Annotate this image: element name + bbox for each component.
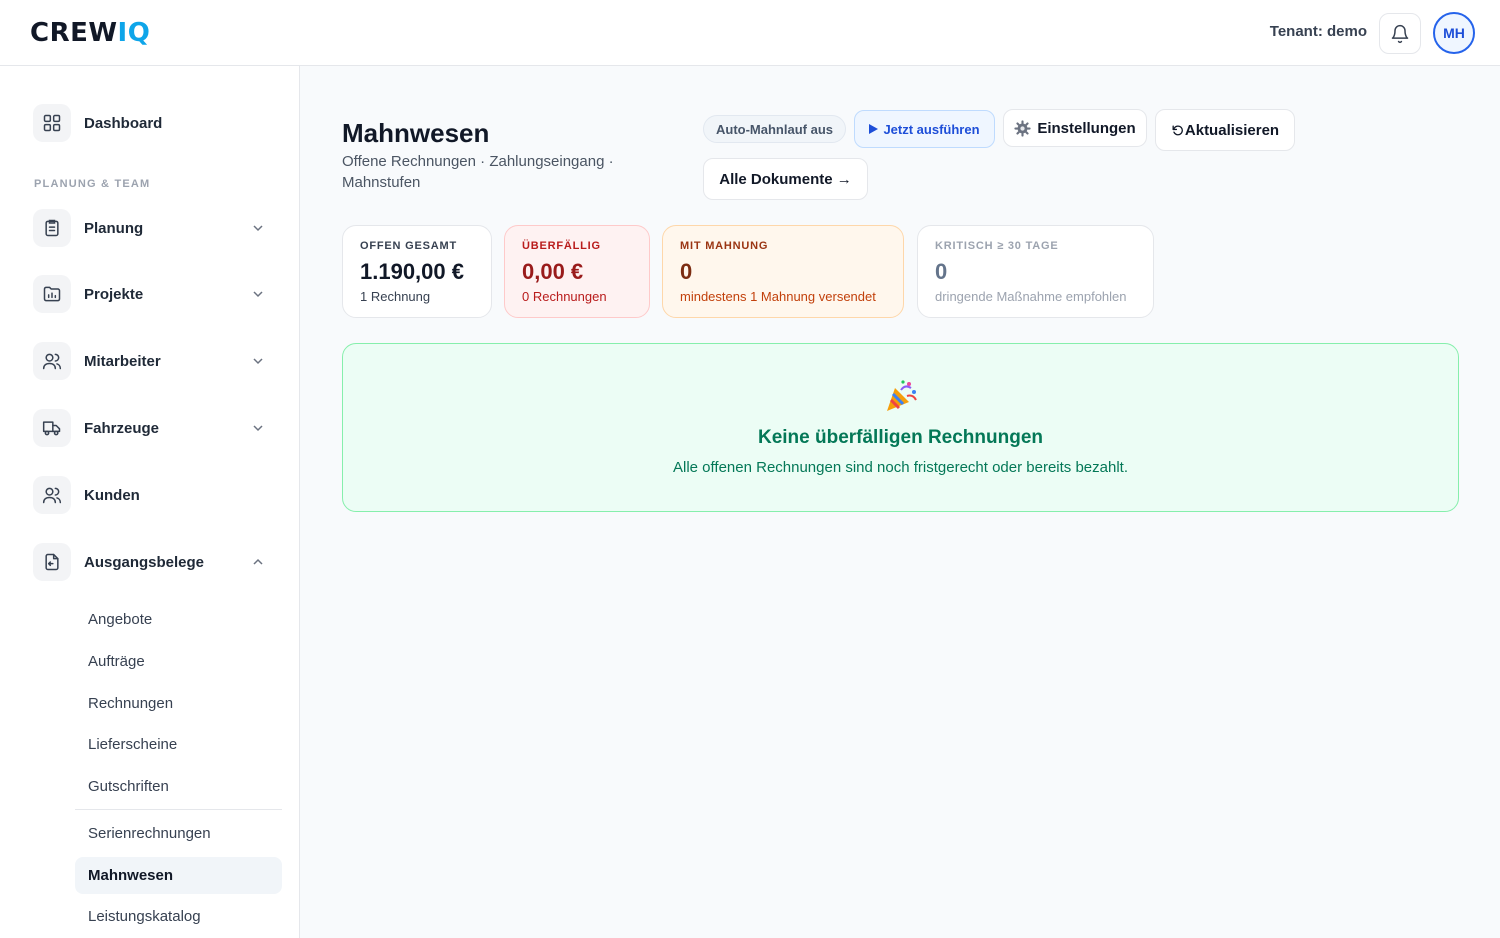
- chevron-down-icon: [251, 354, 265, 368]
- party-popper-icon: [887, 380, 917, 411]
- sidebar-subitem-serienrechnungen[interactable]: Serienrechnungen: [75, 815, 282, 852]
- auto-dunning-status-badge: Auto-Mahnlauf aus: [703, 115, 846, 143]
- kpi-value: 0: [935, 259, 948, 284]
- sidebar-subitem-lieferscheine[interactable]: Lieferscheine: [75, 726, 282, 763]
- kpi-label: KRITISCH ≥ 30 TAGE: [935, 240, 1059, 252]
- notifications-button[interactable]: [1379, 13, 1421, 54]
- sidebar-item-planung[interactable]: Planung: [33, 208, 273, 248]
- settings-button[interactable]: Einstellungen: [1003, 109, 1147, 147]
- kpi-value: 0: [680, 259, 693, 284]
- refresh-label: Aktualisieren: [1184, 121, 1280, 139]
- kpi-label: MIT MAHNUNG: [680, 240, 769, 252]
- sidebar-subitem-angebote[interactable]: Angebote: [75, 601, 282, 638]
- gear-icon: [1014, 119, 1031, 137]
- empty-state-text: Alle offenen Rechnungen sind noch fristg…: [672, 459, 1129, 476]
- logo-accent: IQ: [117, 18, 151, 48]
- sidebar-item-dashboard[interactable]: Dashboard: [33, 103, 273, 143]
- empty-state-card: Keine überfälligen Rechnungen Alle offen…: [342, 343, 1459, 512]
- chevron-down-icon: [251, 221, 265, 235]
- kpi-label: OFFEN GESAMT: [360, 240, 457, 252]
- kpi-label: ÜBERFÄLLIG: [522, 240, 601, 252]
- empty-state-title: Keine überfälligen Rechnungen: [757, 427, 1044, 448]
- run-now-label: Jetzt ausführen: [883, 121, 980, 137]
- section-label: PLANUNG & TEAM: [34, 178, 151, 190]
- chevron-down-icon: [251, 287, 265, 301]
- kpi-value: 0,00 €: [522, 259, 584, 284]
- page-title: Mahnwesen: [342, 118, 490, 148]
- kpi-note: dringende Maßnahme empfohlen: [935, 289, 1127, 304]
- sidebar-subitem-mahnwesen[interactable]: Mahnwesen: [75, 857, 282, 894]
- app-logo[interactable]: CREW IQ: [30, 18, 150, 48]
- kpi-overdue: ÜBERFÄLLIG 0,00 € 0 Rechnungen: [504, 225, 650, 318]
- kpi-note: 0 Rechnungen: [522, 289, 607, 304]
- divider: [75, 809, 282, 810]
- play-icon: [869, 124, 879, 134]
- sidebar-subitem-gutschriften[interactable]: Gutschriften: [75, 768, 282, 805]
- kpi-critical: KRITISCH ≥ 30 TAGE 0 dringende Maßnahme …: [917, 225, 1154, 318]
- sidebar-item-label: Fahrzeuge: [84, 419, 160, 437]
- page-subtitle: Offene Rechnungen · Zahlungseingang · Ma…: [342, 153, 614, 191]
- chevron-down-icon: [251, 421, 265, 435]
- kpi-open-total: OFFEN GESAMT 1.190,00 € 1 Rechnung: [342, 225, 492, 318]
- sidebar-subitem-leistungskatalog[interactable]: Leistungskatalog: [75, 898, 282, 935]
- top-bar: CREW IQ Tenant: demo MH: [0, 0, 1500, 66]
- sidebar-item-fahrzeuge[interactable]: Fahrzeuge: [33, 408, 273, 448]
- bell-icon: [1391, 24, 1409, 43]
- run-now-button[interactable]: Jetzt ausführen: [854, 110, 995, 148]
- all-documents-button[interactable]: Alle Dokumente →: [703, 158, 868, 200]
- sidebar-item-label: Planung: [84, 219, 144, 237]
- sidebar-item-label: Dashboard: [84, 114, 163, 132]
- chevron-up-icon: [251, 555, 265, 569]
- sidebar-item-label: Kunden: [84, 486, 140, 504]
- folder-chart-icon: [33, 275, 71, 313]
- users-icon: [33, 476, 71, 514]
- settings-label: Einstellungen: [1037, 119, 1136, 137]
- avatar[interactable]: MH: [1433, 12, 1475, 54]
- logo-text: CREW: [30, 18, 118, 48]
- kpi-note: 1 Rechnung: [360, 289, 431, 304]
- sidebar-subitem-auftraege[interactable]: Aufträge: [75, 643, 282, 680]
- clipboard-icon: [33, 209, 71, 247]
- sidebar-item-label: Mitarbeiter: [84, 352, 161, 370]
- kpi-with-dunning: MIT MAHNUNG 0 mindestens 1 Mahnung verse…: [662, 225, 904, 318]
- refresh-button[interactable]: Aktualisieren: [1155, 109, 1295, 151]
- sidebar-item-label: Projekte: [84, 285, 144, 303]
- sidebar-item-label: Ausgangsbelege: [84, 553, 205, 571]
- grid-icon: [33, 104, 71, 142]
- sidebar-item-ausgangsbelege[interactable]: Ausgangsbelege: [33, 542, 273, 582]
- kpi-value: 1.190,00 €: [360, 259, 464, 284]
- truck-icon: [33, 409, 71, 447]
- tenant-label: Tenant: demo: [1269, 23, 1367, 40]
- users-icon: [33, 342, 71, 380]
- refresh-icon: [1172, 125, 1183, 135]
- sidebar-subitem-rechnungen[interactable]: Rechnungen: [75, 685, 282, 722]
- sidebar-item-kunden[interactable]: Kunden: [33, 475, 273, 515]
- kpi-note: mindestens 1 Mahnung versendet: [680, 289, 876, 304]
- sidebar-item-projekte[interactable]: Projekte: [33, 274, 273, 314]
- sidebar-item-mitarbeiter[interactable]: Mitarbeiter: [33, 341, 273, 381]
- sidebar: Dashboard PLANUNG & TEAM Planung Projekt…: [0, 66, 300, 938]
- document-out-icon: [33, 543, 71, 581]
